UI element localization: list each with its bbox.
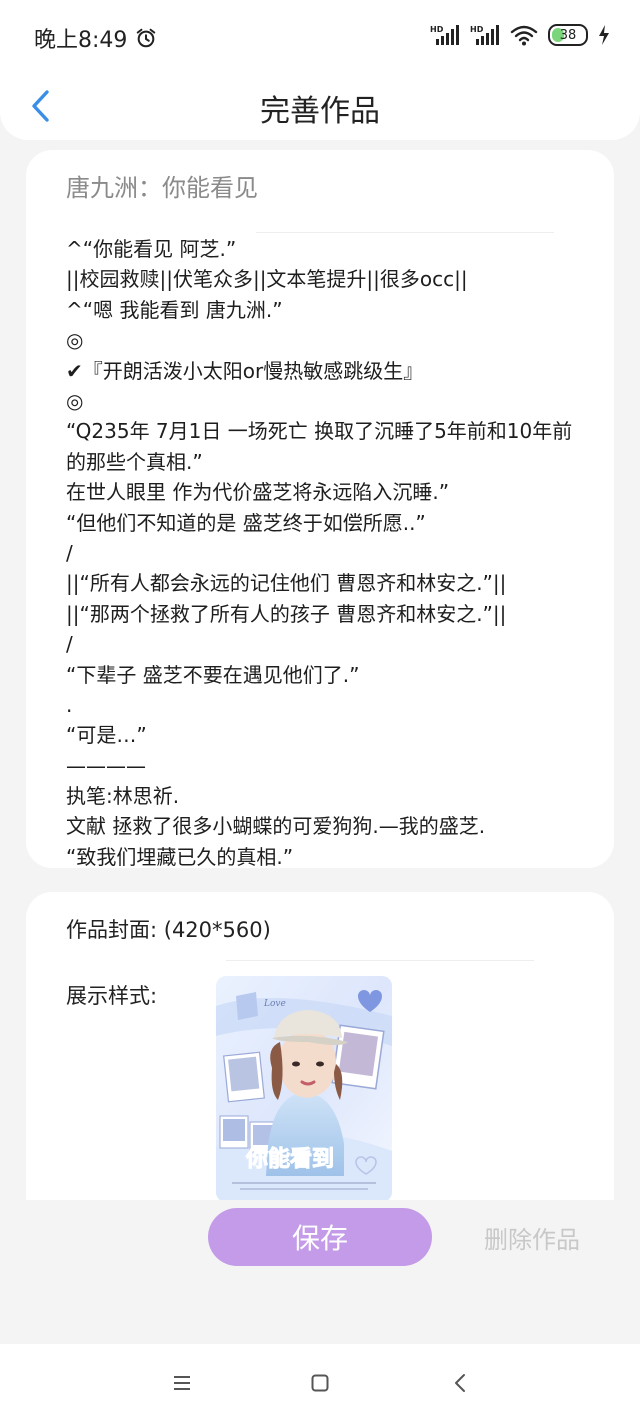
description-line: / (66, 540, 73, 565)
description-line: ◎ (66, 328, 84, 353)
footer-actions: 保存 删除作品 (0, 1200, 640, 1344)
menu-icon (174, 1376, 190, 1390)
cover-image-small-text: Love (263, 999, 286, 1009)
cover-label: 作品封面: (420*560) (66, 918, 271, 942)
description-line: ◎ (66, 388, 84, 413)
delete-work-button[interactable]: 删除作品 (484, 1220, 580, 1255)
divider (256, 232, 554, 233)
description-line: “但他们不知道的是 盛芝终于如偿所愿..” (66, 510, 426, 535)
cover-image-title-text: 你能看到 (245, 1146, 334, 1172)
description-line: ✔『开朗活泼小太阳or慢热敏感跳级生』 (66, 358, 424, 383)
description-line: / (66, 632, 73, 657)
description-line: 执笔:林思祈. (66, 784, 180, 809)
battery-level: 38 (559, 27, 577, 43)
divider (226, 960, 534, 961)
description-line: “致我们埋藏已久的真相.” (66, 844, 294, 868)
description-line: 文献 拯救了很多小蝴蝶的可爱狗狗.—我的盛芝. (66, 814, 486, 839)
status-time: 晚上8:49 (34, 28, 128, 53)
svg-text:HD: HD (470, 25, 484, 34)
save-button[interactable]: 保存 (208, 1208, 432, 1266)
page-title: 完善作品 (260, 94, 380, 129)
description-line: . (66, 692, 73, 717)
cover-image[interactable]: Love 你能看到 (216, 976, 392, 1202)
status-time-group: 晚上8:49 (34, 22, 157, 54)
description-line: ||“那两个拯救了所有人的孩子 曹恩齐和林安之.”|| (66, 601, 507, 626)
back-chevron-icon (455, 1374, 465, 1392)
description-line: “下辈子 盛芝不要在遇见他们了.” (66, 662, 360, 687)
home-button[interactable] (306, 1370, 334, 1396)
description-line: “Q235年 7月1日 一场死亡 换取了沉睡了5年前和10年前的那些个真相.” (66, 419, 573, 474)
description-line: ||校园救赎||伏笔众多||文本笔提升||很多occ|| (66, 267, 468, 292)
description-line: ———— (66, 753, 146, 778)
page-header: 完善作品 (0, 72, 640, 138)
description-line: ||“所有人都会永远的记住他们 曹恩齐和林安之.”|| (66, 571, 507, 596)
charging-bolt-icon (599, 25, 609, 45)
system-back-button[interactable] (446, 1370, 474, 1396)
cover-card: 作品封面: (420*560) 展示样式: Love 你能看到 (26, 892, 614, 1202)
svg-text:HD: HD (430, 25, 444, 34)
menu-button[interactable] (168, 1370, 196, 1396)
description-line: ^“你能看见 阿芝.” (66, 237, 237, 261)
system-nav-bar (0, 1344, 640, 1422)
work-description-field[interactable]: ^“你能看见 阿芝.” ||校园救赎||伏笔众多||文本笔提升||很多occ|| ^… (66, 234, 586, 868)
cover-artwork: Love 你能看到 (216, 976, 392, 1202)
battery-icon: 38 (548, 24, 588, 46)
display-style-label: 展示样式: (66, 984, 158, 1008)
app-root: 晚上8:49 HD HD 38 完善作品 唐九洲：你能看见 ^“你能看见 阿芝.… (0, 0, 640, 1422)
alarm-icon (137, 28, 156, 48)
description-line: 在世人眼里 作为代价盛芝将永远陷入沉睡.” (66, 480, 450, 505)
status-bar: 晚上8:49 HD HD 38 (0, 0, 640, 72)
description-line: ^“嗯 我能看到 唐九洲.” (66, 297, 283, 322)
work-content-card: 唐九洲：你能看见 ^“你能看见 阿芝.” ||校园救赎||伏笔众多||文本笔提升|… (26, 150, 614, 868)
home-square-icon (311, 1374, 329, 1392)
hd-signal-icon: HD (430, 25, 459, 45)
hd-signal-icon: HD (470, 25, 499, 45)
work-title-field[interactable]: 唐九洲：你能看见 (66, 168, 258, 203)
description-line: “可是…” (66, 723, 147, 748)
wifi-icon (510, 25, 538, 46)
top-bar: 晚上8:49 HD HD 38 完善作品 (0, 0, 640, 140)
status-icons: HD HD 38 (430, 24, 610, 46)
